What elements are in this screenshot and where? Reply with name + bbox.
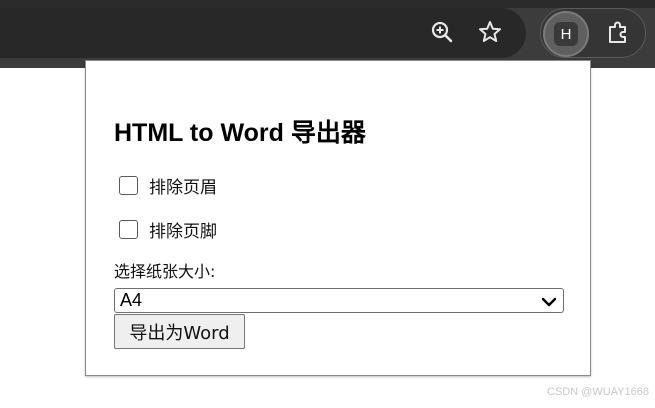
paper-size-label: 选择纸张大小:	[114, 262, 216, 281]
exclude-header-checkbox[interactable]	[119, 175, 138, 195]
exclude-footer-label[interactable]: 排除页脚	[149, 217, 217, 242]
exclude-footer-option[interactable]: 排除页脚	[119, 217, 217, 242]
exclude-header-option[interactable]: 排除页眉	[119, 173, 217, 198]
puzzle-icon[interactable]	[602, 16, 634, 48]
exclude-footer-checkbox[interactable]	[119, 219, 138, 239]
popup-title: HTML to Word 导出器	[114, 119, 366, 147]
zoom-in-icon[interactable]	[426, 16, 458, 48]
watermark: CSDN @WUAY1668	[546, 386, 649, 398]
extension-button[interactable]: H	[543, 11, 589, 57]
exclude-header-label[interactable]: 排除页眉	[149, 173, 217, 198]
extension-letter: H	[554, 22, 578, 46]
chevron-down-icon	[541, 294, 557, 313]
paper-size-value: A4	[120, 290, 143, 310]
browser-tab-strip	[0, 0, 655, 8]
extension-popup: HTML to Word 导出器 排除页眉 排除页脚 选择纸张大小: A4 导出…	[85, 60, 591, 376]
export-word-button[interactable]: 导出为Word	[114, 314, 245, 349]
star-icon[interactable]	[474, 16, 506, 48]
paper-size-select[interactable]: A4	[114, 288, 564, 313]
